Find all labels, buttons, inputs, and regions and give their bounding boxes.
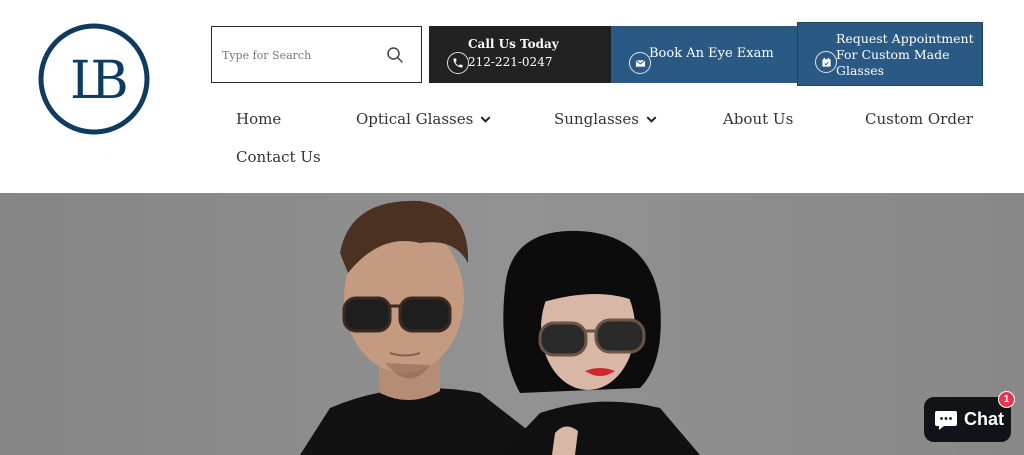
nav-optical-glasses-label: Optical Glasses [356,110,474,128]
phone-number[interactable]: 212-221-0247 [468,55,552,69]
chevron-down-icon [646,116,657,123]
site-header: LB Call Us Today 212-221-0247 Book An Ey… [0,0,1024,193]
nav-sunglasses[interactable]: Sunglasses [554,110,657,128]
hero-image [0,193,1024,455]
chat-label: Chat [964,409,1004,429]
logo-letter-l: LB [70,51,127,111]
nav-contact-us-label: Contact Us [236,148,321,166]
call-us-box[interactable]: Call Us Today 212-221-0247 [429,26,611,83]
nav-sunglasses-label: Sunglasses [554,110,639,128]
phone-icon [447,52,469,74]
calendar-icon [815,51,837,73]
nav-custom-order-label: Custom Order [865,110,974,128]
brand-logo[interactable]: LB [37,22,151,136]
search-input[interactable] [222,43,372,67]
nav-custom-order[interactable]: Custom Order [865,110,973,128]
book-eye-exam-label: Book An Eye Exam [649,46,774,61]
nav-contact-us[interactable]: Contact Us [236,148,321,166]
search-icon[interactable] [385,45,405,65]
nav-optical-glasses[interactable]: Optical Glasses [356,110,491,128]
nav-about-us-label: About Us [723,110,794,128]
hero-banner [0,193,1024,455]
call-title: Call Us Today [468,37,559,51]
chat-button[interactable]: Chat [924,397,1011,442]
nav-home[interactable]: Home [236,110,281,128]
chat-notification-badge: 1 [998,391,1015,408]
search-box [211,26,422,83]
mail-icon [629,52,651,74]
chat-bubble-icon [935,410,957,430]
book-eye-exam-button[interactable]: Book An Eye Exam [611,26,798,83]
request-appointment-label: Request Appointment For Custom Made Glas… [836,31,974,78]
nav-about-us[interactable]: About Us [723,110,793,128]
chevron-down-icon [481,116,491,123]
nav-home-label: Home [236,110,282,128]
request-appointment-button[interactable]: Request Appointment For Custom Made Glas… [797,22,983,86]
